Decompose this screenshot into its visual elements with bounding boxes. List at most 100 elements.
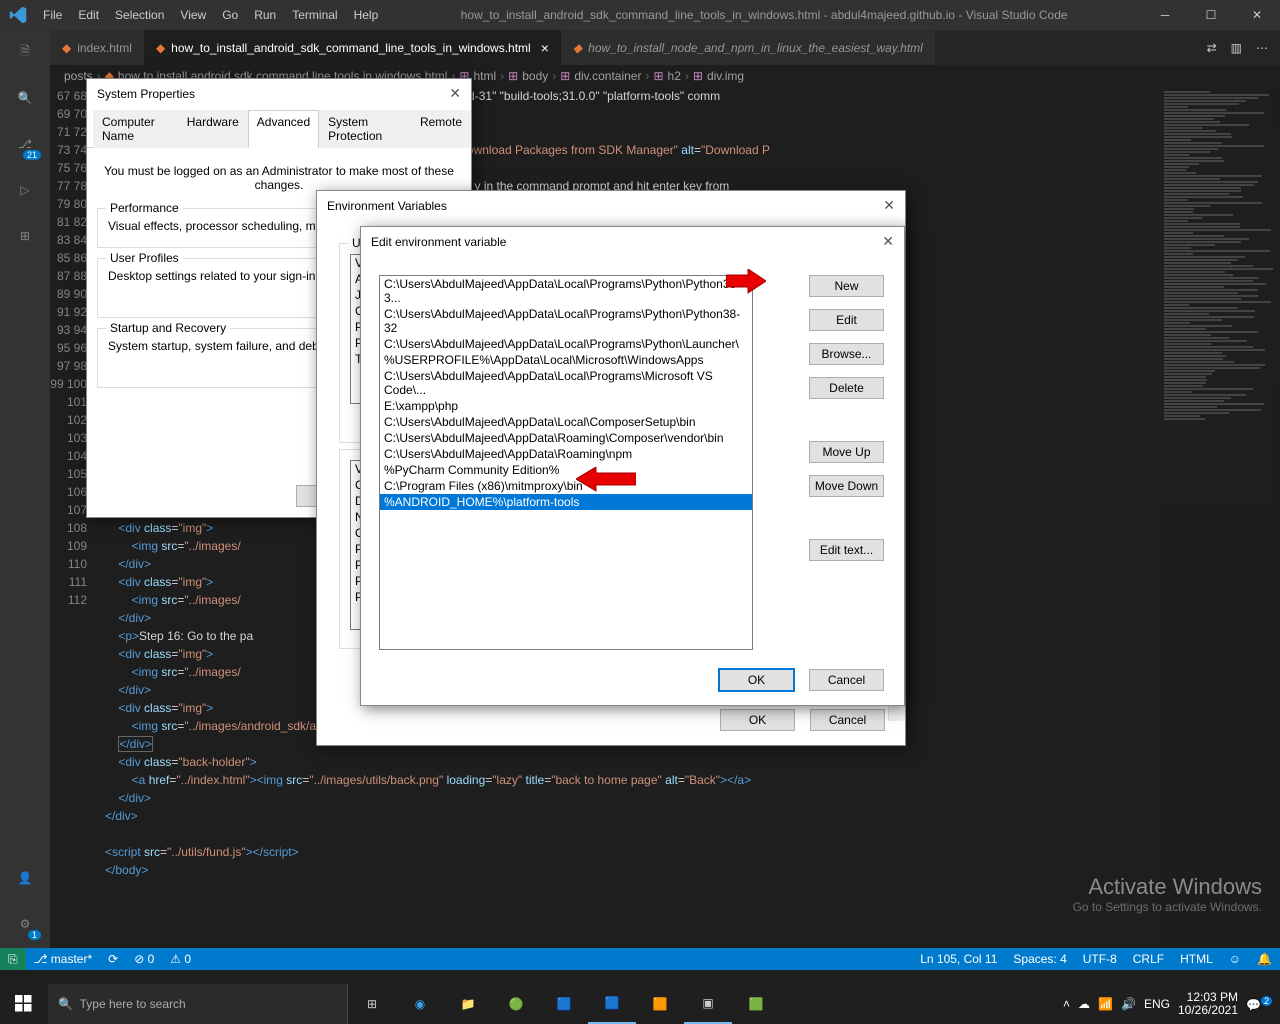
path-entry[interactable]: C:\Program Files (x86)\mitmproxy\bin <box>380 478 752 494</box>
problems-warnings[interactable]: ⚠ 0 <box>162 952 199 966</box>
tab-close-icon[interactable]: × <box>541 40 549 56</box>
menu-run[interactable]: Run <box>246 8 284 22</box>
explorer-icon[interactable]: 📁 <box>444 984 492 1024</box>
edit-button[interactable]: Edit <box>809 309 884 331</box>
minimize-icon[interactable]: ─ <box>1142 0 1188 30</box>
path-entry[interactable]: C:\Users\AbdulMajeed\AppData\Local\Compo… <box>380 414 752 430</box>
cursor-position[interactable]: Ln 105, Col 11 <box>912 952 1005 966</box>
volume-icon[interactable]: 🔊 <box>1121 997 1136 1011</box>
tab-hardware[interactable]: Hardware <box>178 110 248 148</box>
close-icon[interactable]: ✕ <box>883 197 895 214</box>
encoding[interactable]: UTF-8 <box>1075 952 1125 966</box>
remote-indicator[interactable]: ⎘ <box>0 948 26 970</box>
notifications-icon[interactable]: 💬2 <box>1246 996 1272 1012</box>
path-entry[interactable]: %PyCharm Community Edition% <box>380 462 752 478</box>
red-arrow-selected-icon <box>576 467 636 497</box>
wifi-icon[interactable]: 📶 <box>1098 997 1113 1011</box>
search-icon[interactable]: 🔍 <box>11 84 39 112</box>
tab-system-protection[interactable]: System Protection <box>319 110 411 148</box>
language-mode[interactable]: HTML <box>1172 952 1221 966</box>
eol[interactable]: CRLF <box>1125 952 1172 966</box>
new-button[interactable]: New <box>809 275 884 297</box>
close-icon[interactable]: ✕ <box>449 85 461 102</box>
clock[interactable]: 12:03 PM10/26/2021 <box>1178 991 1238 1017</box>
path-entry[interactable]: %USERPROFILE%\AppData\Local\Microsoft\Wi… <box>380 352 752 368</box>
sysprops-tabs: Computer Name Hardware Advanced System P… <box>87 109 471 148</box>
cancel-button[interactable]: Cancel <box>810 709 885 731</box>
delete-button[interactable]: Delete <box>809 377 884 399</box>
app-icon[interactable]: 🟦 <box>540 984 588 1024</box>
browse-button[interactable]: Browse... <box>809 343 884 365</box>
git-sync[interactable]: ⟳ <box>100 952 126 966</box>
path-entry[interactable]: %ANDROID_HOME%\platform-tools <box>380 494 752 510</box>
ok-button[interactable]: OK <box>719 669 794 691</box>
path-entry[interactable]: C:\Users\AbdulMajeed\AppData\Local\Progr… <box>380 306 752 336</box>
compare-changes-icon[interactable]: ⇄ <box>1207 41 1217 55</box>
problems-errors[interactable]: ⊘ 0 <box>126 952 162 966</box>
menu-view[interactable]: View <box>172 8 214 22</box>
chrome-icon[interactable]: 🟢 <box>492 984 540 1024</box>
language-indicator[interactable]: ENG <box>1144 997 1170 1011</box>
chevron-up-icon[interactable]: ˄ <box>1063 997 1070 1011</box>
menu-edit[interactable]: Edit <box>70 8 107 22</box>
tab-advanced[interactable]: Advanced <box>248 110 319 148</box>
settings-icon[interactable]: ⚙1 <box>11 910 39 938</box>
tab-node[interactable]: ◆how_to_install_node_and_npm_in_linux_th… <box>561 30 935 65</box>
more-icon[interactable]: ⋯ <box>1256 41 1268 55</box>
html-file-icon: ◆ <box>573 41 582 55</box>
move-up-button[interactable]: Move Up <box>809 441 884 463</box>
vscode-taskbar-icon[interactable]: 🟦 <box>588 984 636 1024</box>
status-bar: ⎘ ⎇ master* ⟳ ⊘ 0 ⚠ 0 Ln 105, Col 11 Spa… <box>0 948 1280 970</box>
tab-computer-name[interactable]: Computer Name <box>93 110 178 148</box>
tab-current[interactable]: ◆how_to_install_android_sdk_command_line… <box>144 30 561 65</box>
system-tray[interactable]: ˄ ☁ 📶 🔊 ENG 12:03 PM10/26/2021 💬2 <box>1063 991 1280 1017</box>
explorer-icon[interactable]: 🗎 <box>11 38 39 66</box>
minimap[interactable] <box>1160 87 1280 948</box>
scm-icon[interactable]: ⎇21 <box>11 130 39 158</box>
menu-terminal[interactable]: Terminal <box>284 8 345 22</box>
path-entry[interactable]: C:\Users\AbdulMajeed\AppData\Roaming\Com… <box>380 430 752 446</box>
feedback-icon[interactable]: ☺ <box>1221 952 1249 966</box>
path-entry[interactable]: C:\Users\AbdulMajeed\AppData\Roaming\npm <box>380 446 752 462</box>
path-entry[interactable]: C:\Users\AbdulMajeed\AppData\Local\Progr… <box>380 368 752 398</box>
tab-index[interactable]: ◆index.html <box>50 30 144 65</box>
git-branch[interactable]: ⎇ master* <box>26 952 101 966</box>
windows-taskbar: 🔍 Type here to search ⊞ ◉ 📁 🟢 🟦 🟦 🟧 ▣ 🟩 … <box>0 984 1280 1024</box>
indent[interactable]: Spaces: 4 <box>1005 952 1074 966</box>
vscode-titlebar: File Edit Selection View Go Run Terminal… <box>0 0 1280 30</box>
app-icon[interactable]: 🟧 <box>636 984 684 1024</box>
task-view-icon[interactable]: ⊞ <box>348 984 396 1024</box>
bell-icon[interactable]: 🔔 <box>1249 952 1280 966</box>
maximize-icon[interactable]: ☐ <box>1188 0 1234 30</box>
activate-windows-watermark: Activate Windows Go to Settings to activ… <box>1073 874 1262 914</box>
html-file-icon: ◆ <box>62 41 71 55</box>
ok-button[interactable]: OK <box>720 709 795 731</box>
tab-remote[interactable]: Remote <box>411 110 471 148</box>
path-entry[interactable]: C:\Users\AbdulMajeed\AppData\Local\Progr… <box>380 336 752 352</box>
menu-file[interactable]: File <box>35 8 70 22</box>
close-icon[interactable]: ✕ <box>1234 0 1280 30</box>
path-entry[interactable]: C:\Users\AbdulMajeed\AppData\Local\Progr… <box>380 276 752 306</box>
cancel-button[interactable]: Cancel <box>809 669 884 691</box>
split-editor-icon[interactable]: ▥ <box>1231 41 1242 55</box>
cloud-icon[interactable]: ☁ <box>1078 997 1090 1011</box>
menu-selection[interactable]: Selection <box>107 8 172 22</box>
path-entries-list[interactable]: C:\Users\AbdulMajeed\AppData\Local\Progr… <box>379 275 753 650</box>
debug-icon[interactable]: ▷ <box>11 176 39 204</box>
path-entry[interactable]: E:\xampp\php <box>380 398 752 414</box>
terminal-icon[interactable]: ▣ <box>684 984 732 1024</box>
app-icon[interactable]: 🟩 <box>732 984 780 1024</box>
account-icon[interactable]: 👤 <box>11 864 39 892</box>
vscode-logo-icon <box>0 6 35 24</box>
move-down-button[interactable]: Move Down <box>809 475 884 497</box>
menu-help[interactable]: Help <box>346 8 387 22</box>
menu-go[interactable]: Go <box>214 8 246 22</box>
taskbar-search[interactable]: 🔍 Type here to search <box>48 984 348 1024</box>
edge-icon[interactable]: ◉ <box>396 984 444 1024</box>
window-title: how_to_install_android_sdk_command_line_… <box>386 8 1142 22</box>
start-button[interactable] <box>0 984 48 1024</box>
activity-bar: 🗎 🔍 ⎇21 ▷ ⊞ 👤 ⚙1 <box>0 30 50 948</box>
extensions-icon[interactable]: ⊞ <box>11 222 39 250</box>
edit-text-button[interactable]: Edit text... <box>809 539 884 561</box>
close-icon[interactable]: ✕ <box>882 233 894 250</box>
